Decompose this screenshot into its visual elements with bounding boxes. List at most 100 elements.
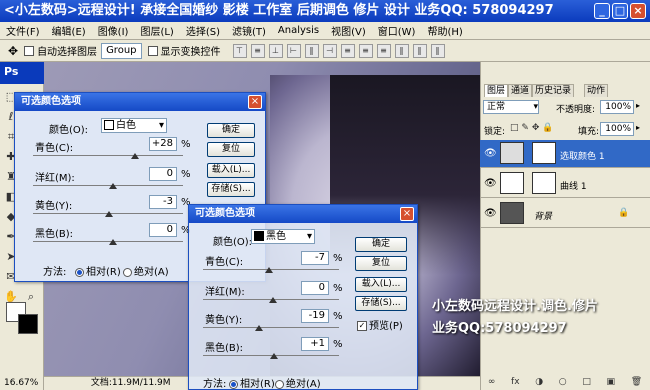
add-mask-icon[interactable]: ◑	[535, 377, 543, 387]
dialog-1-absolute-radio[interactable]: 绝对(A)	[121, 263, 169, 278]
dialog-2-reset-button[interactable]: 复位	[355, 256, 407, 271]
dialog-1-cyan-slider[interactable]	[33, 155, 183, 156]
align-middle-icon[interactable]: ≡	[250, 43, 265, 58]
dialog-2-black-thumb[interactable]	[270, 353, 278, 359]
dialog-1-magenta-slider[interactable]	[33, 185, 183, 186]
dialog-1-cyan-input[interactable]: +28	[149, 137, 177, 151]
align-bottom-icon[interactable]: ⊥	[268, 43, 283, 58]
menu-filter[interactable]: 滤镜(T)	[226, 23, 272, 38]
distribute-top-icon[interactable]: ≡	[340, 43, 355, 58]
menu-window[interactable]: 窗口(W)	[372, 23, 422, 38]
dialog-1-color-select[interactable]: 白色 ▾	[101, 118, 167, 133]
dialog-1-magenta-thumb[interactable]	[109, 183, 117, 189]
show-transform-checkbox[interactable]	[147, 45, 158, 56]
distribute-bottom-icon[interactable]: ≡	[376, 43, 391, 58]
menu-help[interactable]: 帮助(H)	[421, 23, 468, 38]
menu-view[interactable]: 视图(V)	[325, 23, 372, 38]
dialog-2-load-button[interactable]: 载入(L)...	[355, 277, 407, 292]
dialog-2-preview-checkbox[interactable]: ✓ 预览(P)	[357, 317, 403, 332]
distribute-right-icon[interactable]: ‖	[430, 43, 445, 58]
new-group-icon[interactable]: □	[582, 377, 591, 387]
layer-row-background[interactable]: 👁 背景 🔒	[480, 200, 650, 228]
close-window-button[interactable]: ×	[630, 3, 646, 19]
maximize-button[interactable]: □	[612, 3, 628, 19]
dialog-2-black-input[interactable]: +1	[301, 337, 329, 351]
align-center-icon[interactable]: ‖	[304, 43, 319, 58]
background-color-swatch[interactable]	[18, 314, 38, 334]
dialog-1-black-input[interactable]: 0	[149, 223, 177, 237]
dialog-1-load-button[interactable]: 载入(L)...	[207, 163, 255, 178]
tab-actions[interactable]: 动作	[584, 84, 609, 97]
dialog-1-relative-radio[interactable]: 相对(R)	[73, 263, 121, 278]
dialog-2-cyan-thumb[interactable]	[265, 267, 273, 273]
menu-edit[interactable]: 编辑(E)	[46, 23, 92, 38]
layer-row-curves[interactable]: 👁 曲线 1	[480, 170, 650, 198]
menu-analysis[interactable]: Analysis	[272, 25, 325, 36]
minimize-button[interactable]: _	[594, 3, 610, 19]
opacity-input[interactable]: 100%	[600, 100, 634, 114]
curves-thumbnail	[500, 172, 524, 194]
lock-options[interactable]: □ ✎ ✥ 🔒	[510, 123, 553, 133]
dialog-1-save-button[interactable]: 存储(S)...	[207, 182, 255, 197]
layer-row-selective-color[interactable]: 👁 选取颜色 1	[480, 140, 650, 168]
dialog-2-absolute-radio[interactable]: 绝对(A)	[273, 375, 321, 390]
eye-icon[interactable]: 👁	[484, 148, 497, 159]
move-tool-icon[interactable]: ✥	[8, 44, 18, 58]
tab-layers[interactable]: 图层	[484, 84, 509, 97]
fill-arrow-icon[interactable]: ▸	[636, 123, 640, 132]
layer-style-icon[interactable]: fx	[511, 377, 520, 387]
dialog-2-ok-button[interactable]: 确定	[355, 237, 407, 252]
distribute-left-icon[interactable]: ‖	[394, 43, 409, 58]
new-layer-icon[interactable]: ▣	[607, 377, 616, 387]
lock-pixels-icon[interactable]: ✎	[521, 123, 529, 133]
opacity-arrow-icon[interactable]: ▸	[636, 101, 640, 110]
trash-icon[interactable]: 🗑	[631, 377, 642, 387]
dialog-2-color-select[interactable]: 黑色 ▾	[251, 229, 315, 244]
dialog-1-close-button[interactable]: ×	[248, 95, 262, 109]
dialog-1-yellow-thumb[interactable]	[105, 211, 113, 217]
dialog-1-absolute-label: 绝对(A)	[134, 267, 169, 278]
dialog-2-relative-radio[interactable]: 相对(R)	[227, 375, 275, 390]
dialog-2-yellow-thumb[interactable]	[255, 325, 263, 331]
eye-icon[interactable]: 👁	[484, 178, 497, 189]
dialog-1-cyan-thumb[interactable]	[131, 153, 139, 159]
eye-icon[interactable]: 👁	[484, 208, 497, 219]
dialog-1-ok-button[interactable]: 确定	[207, 123, 255, 138]
radio-icon	[123, 267, 132, 277]
dialog-1-method-label: 方法:	[43, 267, 67, 278]
dialog-2-close-button[interactable]: ×	[400, 207, 414, 221]
dialog-2-magenta-input[interactable]: 0	[301, 281, 329, 295]
align-right-icon[interactable]: ⊣	[322, 43, 337, 58]
lock-transparency-icon[interactable]: □	[510, 123, 519, 133]
autoselect-group-dropdown[interactable]: Group	[101, 42, 142, 59]
menu-layer[interactable]: 图层(L)	[134, 23, 179, 38]
link-layers-icon[interactable]: ∞	[488, 377, 496, 387]
tab-history[interactable]: 历史记录	[532, 84, 575, 97]
distribute-middle-icon[interactable]: ≡	[358, 43, 373, 58]
dialog-2-yellow-input[interactable]: -19	[301, 309, 329, 323]
dialog-1-cyan-label: 青色(C):	[35, 143, 74, 154]
menu-select[interactable]: 选择(S)	[180, 23, 226, 38]
dialog-1-yellow-input[interactable]: -3	[149, 195, 177, 209]
dialog-2-yellow-slider[interactable]	[203, 327, 339, 328]
align-top-icon[interactable]: ⊤	[232, 43, 247, 58]
dialog-1-magenta-input[interactable]: 0	[149, 167, 177, 181]
blend-mode-select[interactable]: 正常 ▾	[483, 100, 539, 114]
menu-file[interactable]: 文件(F)	[0, 23, 46, 38]
radio-selected-icon	[75, 267, 84, 277]
align-left-icon[interactable]: ⊢	[286, 43, 301, 58]
dialog-1-reset-button[interactable]: 复位	[207, 142, 255, 157]
tab-channels[interactable]: 通道	[508, 84, 533, 97]
dialog-2-magenta-thumb[interactable]	[269, 297, 277, 303]
fill-input[interactable]: 100%	[600, 122, 634, 136]
dialog-1-black-slider[interactable]	[33, 241, 183, 242]
menu-image[interactable]: 图像(I)	[92, 23, 135, 38]
autoselect-checkbox[interactable]	[24, 45, 35, 56]
distribute-center-icon[interactable]: ‖	[412, 43, 427, 58]
dialog-1-black-thumb[interactable]	[109, 239, 117, 245]
dialog-2-cyan-input[interactable]: -7	[301, 251, 329, 265]
lock-position-icon[interactable]: ✥	[532, 123, 540, 133]
dialog-2-save-button[interactable]: 存储(S)...	[355, 296, 407, 311]
lock-all-icon[interactable]: 🔒	[542, 123, 553, 133]
adjustment-layer-icon[interactable]: ○	[559, 377, 567, 387]
